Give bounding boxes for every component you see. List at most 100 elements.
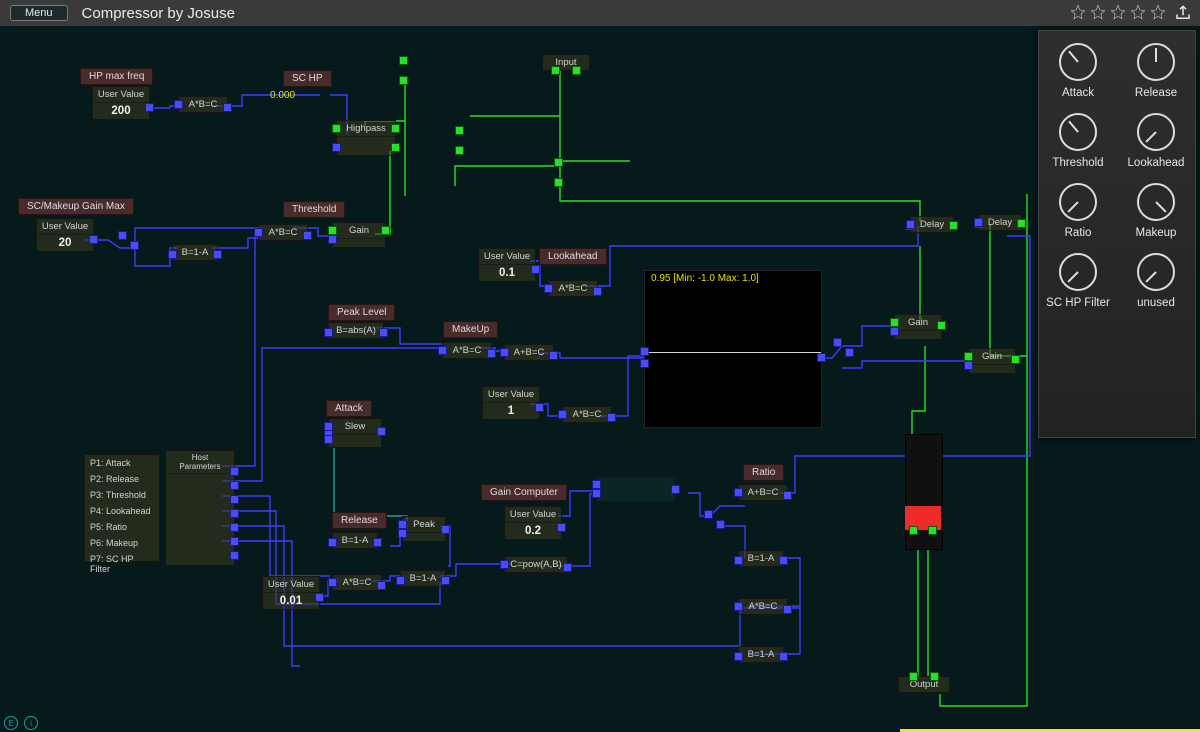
- menu-button[interactable]: Menu: [10, 5, 68, 21]
- node-delay-2[interactable]: Delay: [978, 214, 1022, 231]
- status-icon-i[interactable]: i: [24, 716, 38, 730]
- share-icon[interactable]: [1174, 4, 1192, 22]
- node-mul-thresh[interactable]: A*B=C: [258, 224, 308, 241]
- node-add-makeup[interactable]: A+B=C: [504, 344, 554, 361]
- knob-label: Release: [1117, 87, 1195, 99]
- node-mul-makeup[interactable]: A*B=C: [442, 342, 492, 359]
- clip-indicator: [905, 506, 941, 530]
- status-icon-e[interactable]: E: [4, 716, 18, 730]
- star-icon[interactable]: [1090, 4, 1106, 20]
- node-title: Gain: [333, 223, 385, 239]
- node-value[interactable]: 0.01: [263, 593, 319, 609]
- node-title: Peak: [403, 517, 445, 533]
- knob-label: Lookahead: [1117, 157, 1195, 169]
- star-icon[interactable]: [1110, 4, 1126, 20]
- node-op: A*B=C: [549, 281, 597, 296]
- node-title: Highpass: [337, 121, 395, 137]
- star-icon[interactable]: [1070, 4, 1086, 20]
- node-op: C=pow(A,B): [505, 557, 567, 572]
- node-inv-ratio2[interactable]: B=1-A: [738, 646, 784, 663]
- node-inv-ratio[interactable]: B=1-A: [738, 550, 784, 567]
- node-op: A*B=C: [563, 407, 611, 422]
- node-output[interactable]: Output: [898, 676, 950, 693]
- knob-label: Makeup: [1117, 227, 1195, 239]
- node-title: Host Parameters: [166, 451, 234, 474]
- param-item: P4: Lookahead: [85, 503, 159, 519]
- node-slew[interactable]: Slew: [328, 418, 382, 448]
- star-icon[interactable]: [1130, 4, 1146, 20]
- node-inv-1[interactable]: B=1-A: [172, 244, 218, 261]
- knob-attack[interactable]: [1059, 43, 1097, 81]
- node-mul-make2[interactable]: A*B=C: [562, 406, 612, 423]
- node-title: Input: [543, 55, 589, 70]
- node-value[interactable]: 0.1: [479, 265, 535, 281]
- knob-lookahead[interactable]: [1137, 113, 1175, 151]
- knob-sc-hp[interactable]: [1059, 253, 1097, 291]
- node-peak[interactable]: Peak: [402, 516, 446, 542]
- knob-threshold[interactable]: [1059, 113, 1097, 151]
- node-title: Gain: [969, 349, 1015, 365]
- knob-ratio[interactable]: [1059, 183, 1097, 221]
- node-mul-look[interactable]: A*B=C: [548, 280, 598, 297]
- node-value[interactable]: 20: [37, 235, 93, 251]
- header-bar: Menu Compressor by Josuse: [0, 0, 1200, 26]
- param-item: P5: Ratio: [85, 519, 159, 535]
- node-user-value-gc[interactable]: User Value 0.2: [504, 506, 562, 540]
- node-gain-right-1[interactable]: Gain: [894, 314, 942, 340]
- knob-unused[interactable]: [1137, 253, 1175, 291]
- node-user-value-scmakeup[interactable]: User Value 20: [36, 218, 94, 252]
- node-host-params[interactable]: Host Parameters: [165, 450, 235, 566]
- param-list: P1: Attack P2: Release P3: Threshold P4:…: [84, 454, 160, 562]
- scope-display[interactable]: 0.95 [Min: -1.0 Max: 1.0]: [644, 270, 822, 428]
- param-item: P6: Makeup: [85, 535, 159, 551]
- node-op: A*B=C: [333, 575, 381, 590]
- node-pow[interactable]: C=pow(A,B): [504, 556, 568, 573]
- node-value[interactable]: 200: [93, 103, 149, 119]
- star-icon[interactable]: [1150, 4, 1166, 20]
- node-user-value-lookahead[interactable]: User Value 0.1: [478, 248, 536, 282]
- label-attack: Attack: [326, 400, 372, 417]
- node-title: Delay: [979, 215, 1021, 230]
- param-item: P3: Threshold: [85, 487, 159, 503]
- node-op: B=1-A: [173, 245, 217, 260]
- node-op: B=1-A: [739, 647, 783, 662]
- app-title: Compressor by Josuse: [82, 5, 235, 22]
- node-inv-release[interactable]: B=1-A: [332, 532, 378, 549]
- node-add-ratio[interactable]: A+B=C: [738, 484, 788, 501]
- knob-label: Threshold: [1039, 157, 1117, 169]
- node-op: B=1-A: [401, 571, 445, 586]
- knob-label: unused: [1117, 297, 1195, 309]
- node-abs[interactable]: B=abs(A): [328, 322, 384, 339]
- node-title: Slew: [329, 419, 381, 435]
- node-value[interactable]: 0.2: [505, 523, 561, 539]
- node-user-value-hp[interactable]: User Value 200: [92, 86, 150, 120]
- node-mul-ratio[interactable]: A*B=C: [738, 598, 788, 615]
- status-icons: E i: [4, 716, 38, 730]
- node-gain-comp-disp[interactable]: [596, 476, 676, 502]
- node-op: A*B=C: [739, 599, 787, 614]
- label-release: Release: [332, 512, 387, 529]
- node-input[interactable]: Input: [542, 54, 590, 71]
- rating-stars[interactable]: [1070, 4, 1166, 20]
- node-delay-1[interactable]: Delay: [910, 216, 954, 233]
- label-hp-max-freq: HP max freq: [80, 68, 153, 85]
- knob-release[interactable]: [1137, 43, 1175, 81]
- node-gain-right-2[interactable]: Gain: [968, 348, 1016, 374]
- node-op: B=1-A: [739, 551, 783, 566]
- node-value[interactable]: 1: [483, 403, 539, 419]
- label-gain-computer: Gain Computer: [481, 484, 567, 501]
- label-peak-level: Peak Level: [328, 304, 395, 321]
- param-item: P7: SC HP Filter: [85, 551, 159, 577]
- node-op: A*B=C: [179, 97, 227, 112]
- node-user-value-release[interactable]: User Value 0.01: [262, 576, 320, 610]
- node-inv-release2[interactable]: B=1-A: [400, 570, 446, 587]
- knob-makeup[interactable]: [1137, 183, 1175, 221]
- node-highpass[interactable]: Highpass: [336, 120, 396, 156]
- node-mul-hp[interactable]: A*B=C: [178, 96, 228, 113]
- knob-label: SC HP Filter: [1039, 297, 1117, 309]
- node-mul-release[interactable]: A*B=C: [332, 574, 382, 591]
- node-title: Gain: [895, 315, 941, 331]
- node-gain-thresh[interactable]: Gain: [332, 222, 386, 248]
- node-canvas[interactable]: HP max freq SC HP SC/Makeup Gain Max Thr…: [0, 26, 1200, 732]
- node-user-value-makeup[interactable]: User Value 1: [482, 386, 540, 420]
